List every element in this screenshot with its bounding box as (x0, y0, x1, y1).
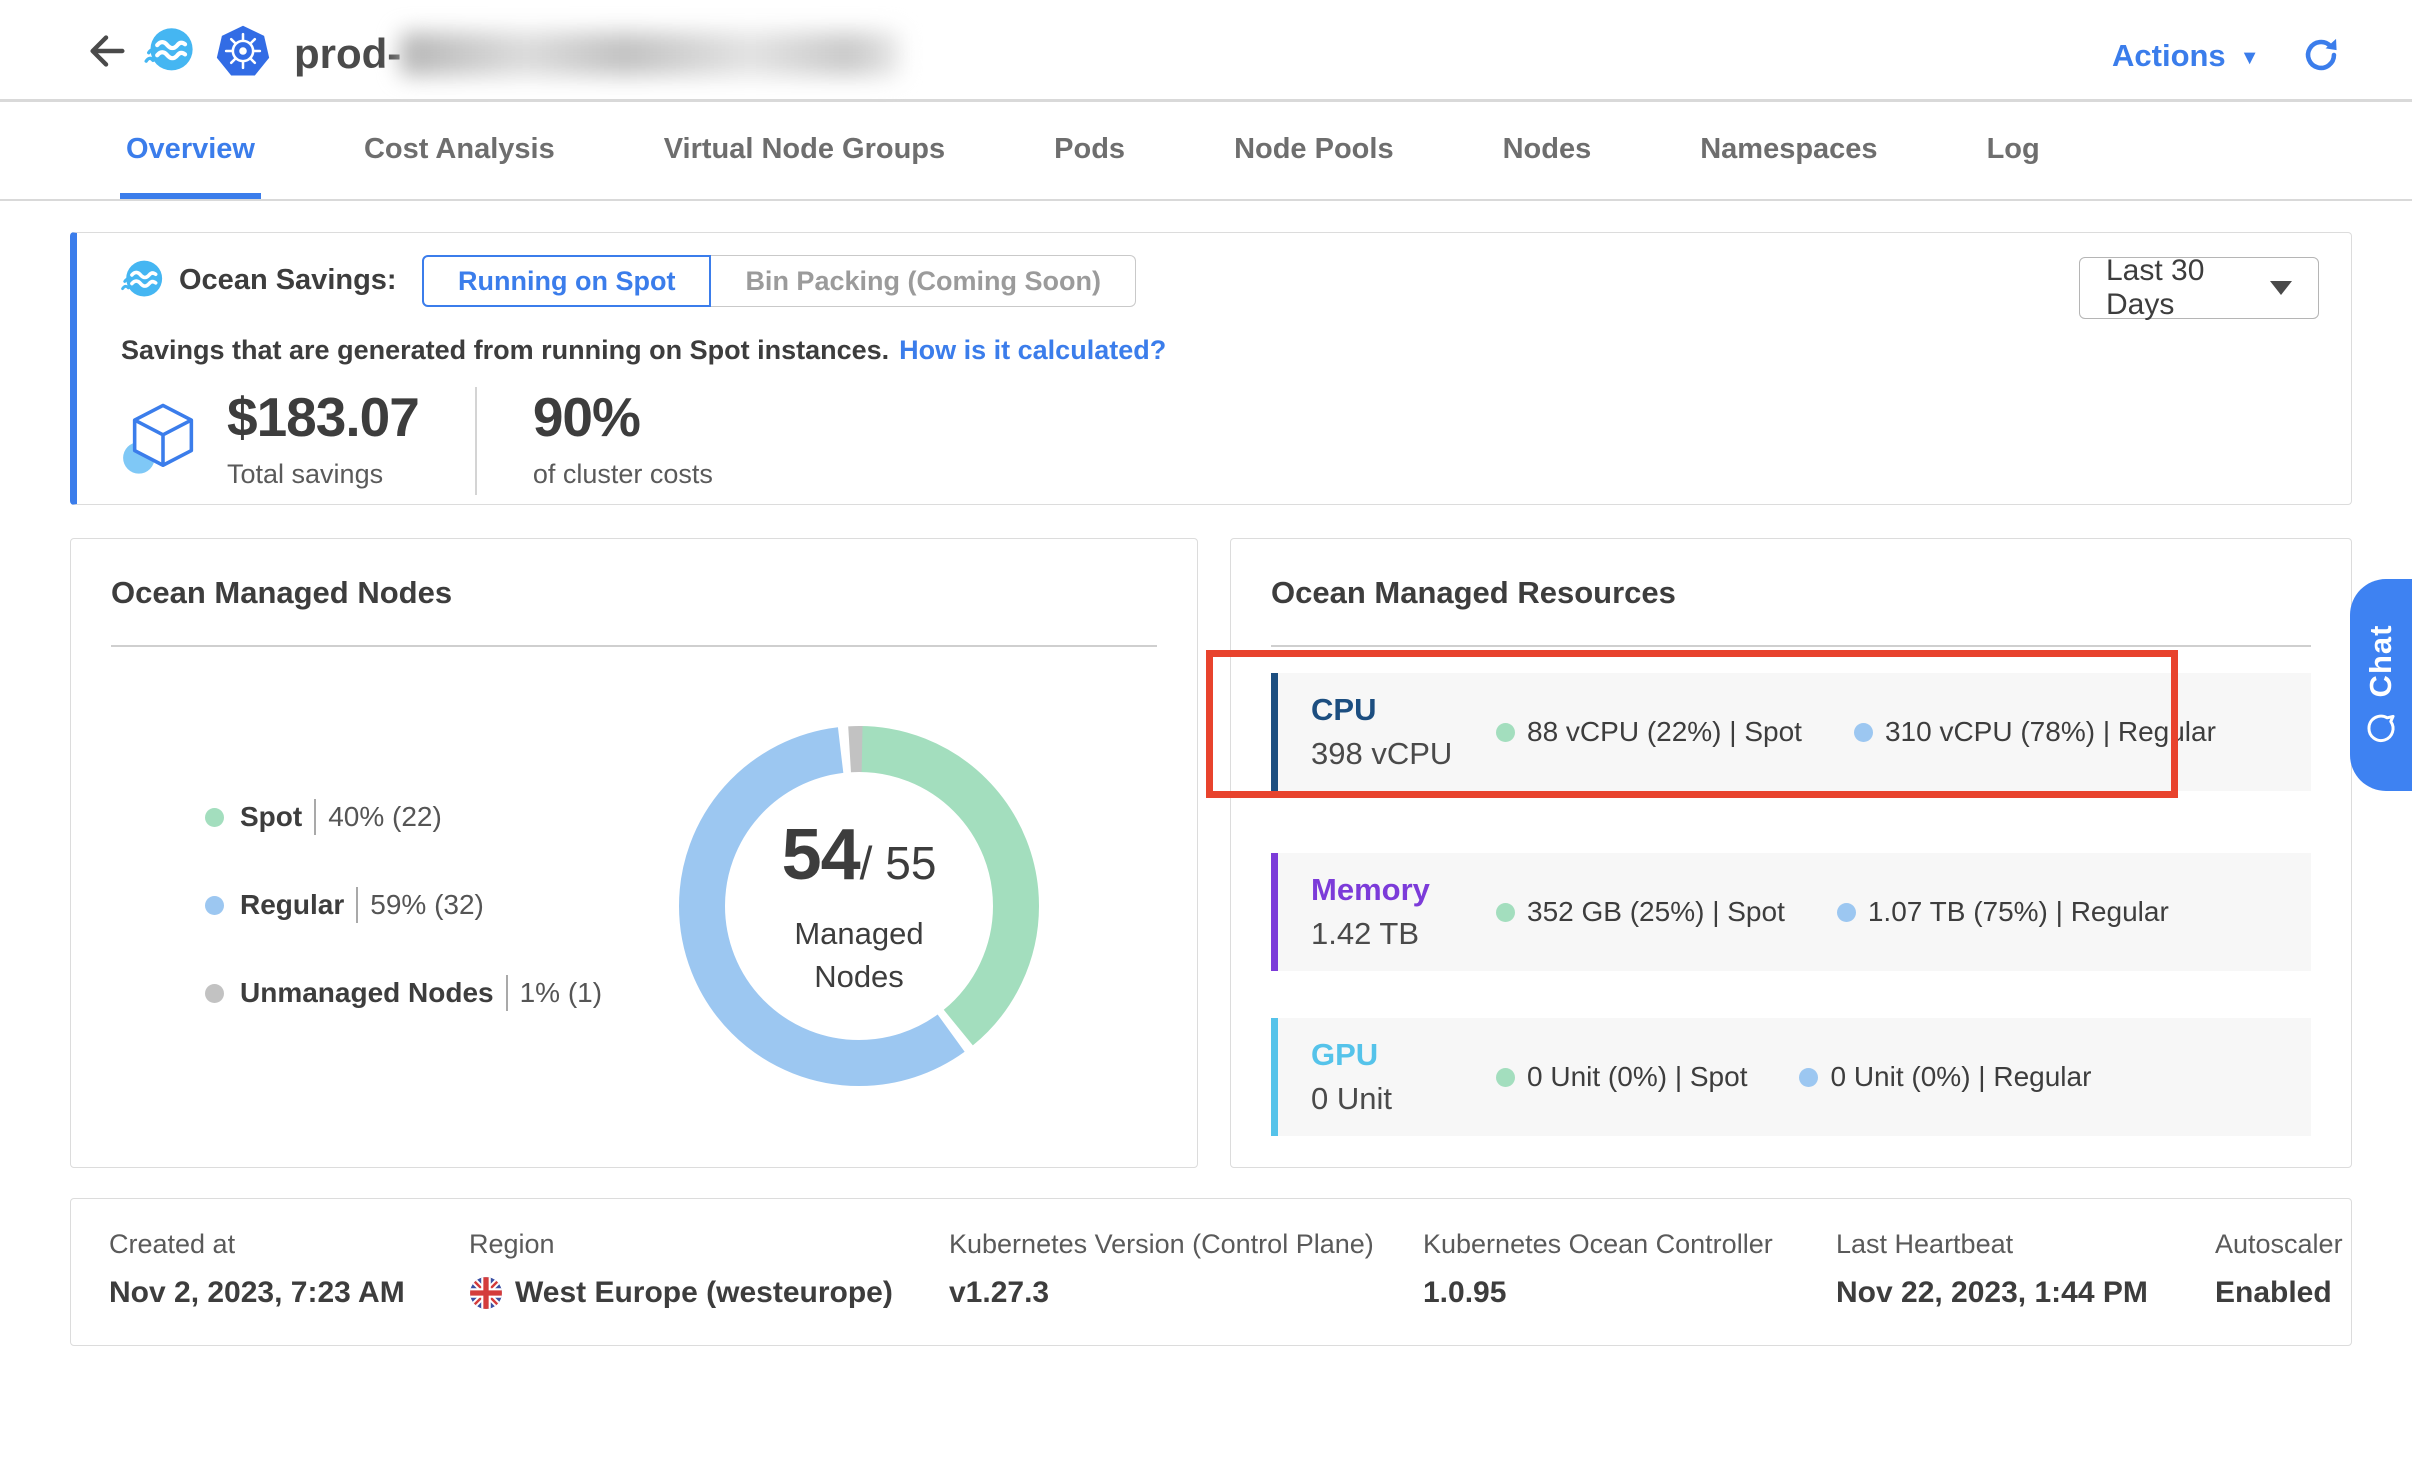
managed-nodes-title: Ocean Managed Nodes (111, 575, 452, 611)
savings-description: Savings that are generated from running … (121, 335, 1166, 366)
caret-down-icon (2270, 281, 2292, 295)
tab-log[interactable]: Log (1981, 105, 2046, 199)
info-last-heartbeat: Last Heartbeat Nov 22, 2023, 1:44 PM (1836, 1229, 2148, 1310)
managed-resources-title: Ocean Managed Resources (1271, 575, 1676, 611)
regular-dot-icon (205, 896, 224, 915)
legend-item-regular: Regular 59% (32) (205, 885, 602, 925)
total-savings-label: Total savings (227, 459, 419, 490)
tab-cost-analysis[interactable]: Cost Analysis (358, 105, 561, 199)
info-k8s-version: Kubernetes Version (Control Plane) v1.27… (949, 1229, 1374, 1310)
back-arrow-icon[interactable] (84, 28, 130, 74)
info-autoscaler: Autoscaler Enabled (2215, 1229, 2343, 1310)
how-calculated-link[interactable]: How is it calculated? (899, 335, 1166, 365)
divider (475, 387, 477, 495)
spot-dot-icon (1496, 1068, 1515, 1087)
running-on-spot-button[interactable]: Running on Spot (422, 255, 711, 307)
savings-percent-value: 90% (533, 385, 713, 449)
regular-dot-icon (1854, 723, 1873, 742)
resource-row-gpu: GPU 0 Unit 0 Unit (0%) | Spot 0 Unit (0%… (1271, 1018, 2311, 1136)
cluster-info-bar: Created at Nov 2, 2023, 7:23 AM Region W… (70, 1198, 2352, 1346)
info-region: Region West Europe (westeurope) (469, 1229, 893, 1310)
info-created-at: Created at Nov 2, 2023, 7:23 AM (109, 1229, 405, 1310)
legend-item-spot: Spot 40% (22) (205, 797, 602, 837)
refresh-icon[interactable] (2300, 34, 2342, 76)
regular-dot-icon (1837, 903, 1856, 922)
cluster-title: prod- (294, 30, 401, 78)
divider (506, 975, 508, 1011)
nodes-legend: Spot 40% (22) Regular 59% (32) Unmanaged… (205, 797, 602, 1061)
resource-row-memory: Memory 1.42 TB 352 GB (25%) | Spot 1.07 … (1271, 853, 2311, 971)
tab-virtual-node-groups[interactable]: Virtual Node Groups (658, 105, 951, 199)
donut-center-text: 54/ 55 Managed Nodes (659, 814, 1059, 999)
spot-dot-icon (1496, 903, 1515, 922)
savings-cube-icon (121, 397, 205, 481)
divider (111, 645, 1157, 647)
resource-row-cpu: CPU 398 vCPU 88 vCPU (22%) | Spot 310 vC… (1271, 673, 2311, 791)
period-dropdown-value: Last 30 Days (2106, 254, 2270, 322)
ocean-managed-nodes-card: Ocean Managed Nodes Spot 40% (22) Regula… (70, 538, 1198, 1168)
uk-flag-icon (469, 1276, 503, 1310)
cluster-title-redacted (400, 32, 900, 76)
actions-label: Actions (2112, 38, 2226, 74)
ocean-savings-icon (119, 257, 165, 303)
spot-dot-icon (205, 808, 224, 827)
caret-down-icon: ▼ (2240, 47, 2260, 70)
spot-dot-icon (1496, 723, 1515, 742)
savings-percent-label: of cluster costs (533, 459, 713, 490)
period-dropdown[interactable]: Last 30 Days (2079, 257, 2319, 319)
unmanaged-dot-icon (205, 984, 224, 1003)
chat-bubble-icon (2364, 711, 2398, 745)
regular-dot-icon (1799, 1068, 1818, 1087)
chat-button[interactable]: Chat (2350, 579, 2412, 791)
header: prod- Actions ▼ (0, 0, 2412, 102)
managed-count: 54 (782, 815, 860, 895)
divider (356, 887, 358, 923)
total-savings-value: $183.07 (227, 385, 419, 449)
actions-button[interactable]: Actions ▼ (2112, 38, 2259, 74)
ocean-logo-icon (142, 24, 196, 78)
divider (314, 799, 316, 835)
legend-item-unmanaged: Unmanaged Nodes 1% (1) (205, 973, 602, 1013)
bin-packing-button[interactable]: Bin Packing (Coming Soon) (711, 255, 1136, 307)
tab-nodes[interactable]: Nodes (1497, 105, 1598, 199)
tab-namespaces[interactable]: Namespaces (1694, 105, 1883, 199)
managed-total: / 55 (860, 837, 937, 889)
ocean-savings-card: Ocean Savings: Running on Spot Bin Packi… (70, 232, 2352, 505)
kubernetes-logo-icon (216, 24, 270, 78)
ocean-savings-label: Ocean Savings: (179, 264, 397, 297)
info-ocean-controller: Kubernetes Ocean Controller 1.0.95 (1423, 1229, 1773, 1310)
managed-nodes-donut: 54/ 55 Managed Nodes (659, 706, 1059, 1106)
savings-toggle-group: Running on Spot Bin Packing (Coming Soon… (422, 255, 1136, 307)
tab-pods[interactable]: Pods (1048, 105, 1131, 199)
ocean-managed-resources-card: Ocean Managed Resources CPU 398 vCPU 88 … (1230, 538, 2352, 1168)
tab-bar: Overview Cost Analysis Virtual Node Grou… (0, 105, 2412, 201)
managed-nodes-label: Managed Nodes (749, 912, 969, 999)
divider (1271, 645, 2311, 647)
tab-overview[interactable]: Overview (120, 105, 261, 199)
chat-label: Chat (2363, 625, 2399, 698)
tab-node-pools[interactable]: Node Pools (1228, 105, 1400, 199)
